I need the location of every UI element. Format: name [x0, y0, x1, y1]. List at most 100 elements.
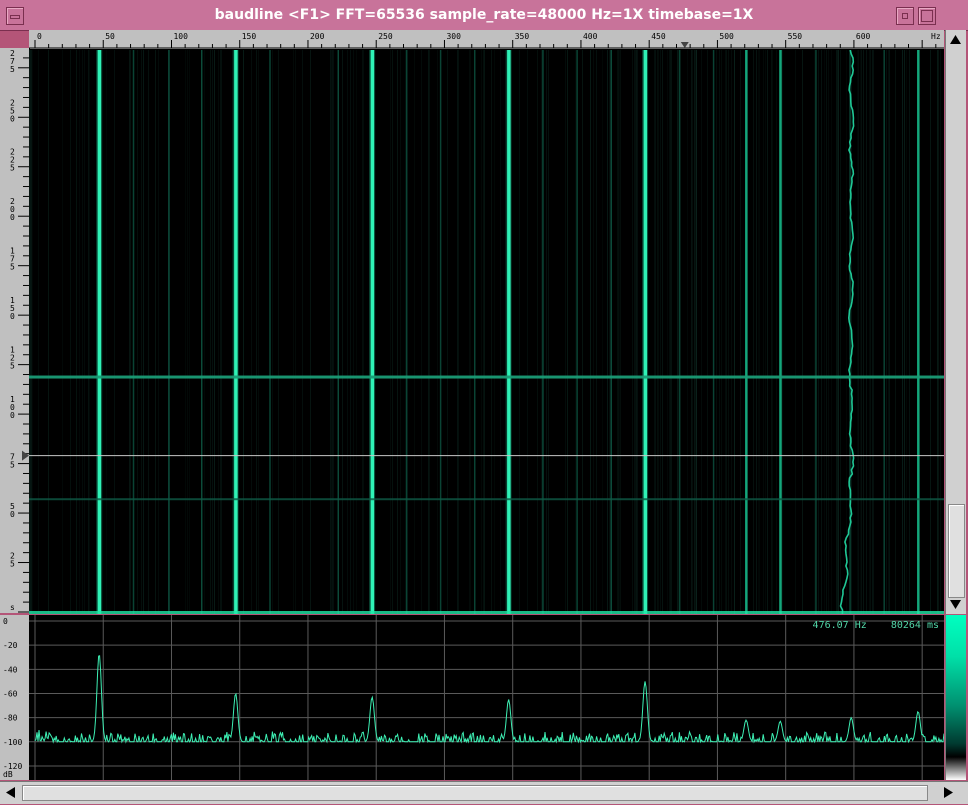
scroll-right-arrow-icon[interactable]: [941, 785, 956, 800]
spectral-line-faint: [576, 50, 578, 614]
spectrogram-display[interactable]: [29, 49, 944, 615]
cursor-readout: 476.07 Hz 80264 ms: [759, 620, 939, 631]
svg-text:0: 0: [10, 510, 15, 519]
maximize-button[interactable]: [918, 7, 936, 25]
db-tick-label: 0: [3, 617, 8, 626]
colormap-bar[interactable]: [945, 615, 966, 780]
frequency-cursor-marker[interactable]: [680, 42, 689, 48]
time-tick-label: 225: [10, 148, 15, 173]
svg-text:5: 5: [10, 461, 15, 470]
horizontal-scroll-thumb[interactable]: [22, 785, 928, 801]
svg-text:0: 0: [10, 213, 15, 222]
db-tick-label: dB: [3, 770, 13, 779]
scroll-up-arrow-icon[interactable]: [948, 32, 963, 47]
title-bar[interactable]: baudline <F1> FFT=65536 sample_rate=4800…: [0, 0, 968, 31]
spectral-line-faint: [337, 50, 339, 614]
spectral-line-faint: [542, 50, 544, 614]
spectral-line-medium: [779, 50, 782, 614]
svg-text:5: 5: [10, 164, 15, 173]
ruler-tick-label: 600: [856, 32, 871, 41]
horizontal-event-line: [29, 498, 944, 501]
time-tick-label: 100: [10, 395, 15, 420]
scroll-down-arrow-icon[interactable]: [948, 597, 963, 612]
spectral-line-faint: [678, 50, 681, 614]
db-tick-label: -20: [3, 641, 18, 650]
decibel-axis: 0 -20 -40 -60 -80 -100 -120 dB: [0, 615, 30, 780]
ruler-tick-label: 50: [105, 32, 115, 41]
minimize-button[interactable]: [896, 7, 914, 25]
spectrum-display[interactable]: 476.07 Hz 80264 ms: [29, 615, 945, 780]
spectral-line-faint: [405, 50, 408, 614]
spectrum-plot: [29, 615, 945, 780]
vertical-scroll-thumb[interactable]: [948, 504, 965, 598]
minimize-icon: [902, 13, 908, 19]
svg-text:5: 5: [10, 362, 15, 371]
time-axis-labels: 275250225200175150125100755025s: [10, 49, 29, 613]
db-tick-label: -40: [3, 665, 18, 674]
spectral-line-faint: [883, 50, 885, 614]
spectral-line-faint: [712, 50, 715, 614]
time-tick-label: 125: [10, 346, 15, 371]
spectral-line-faint: [201, 50, 203, 614]
spectrogram-plot: [29, 49, 944, 615]
time-tick-label: 150: [10, 296, 15, 321]
ruler-tick-label: 400: [583, 32, 598, 41]
readout-frequency: 476.07 Hz: [812, 620, 867, 631]
time-tick-label: 250: [10, 98, 15, 123]
spectral-line-bright: [234, 50, 238, 614]
time-cursor-marker[interactable]: [22, 450, 29, 461]
svg-text:5: 5: [10, 560, 15, 569]
ruler-tick-label: 550: [788, 32, 803, 41]
spectral-line-faint: [473, 50, 476, 614]
svg-text:0: 0: [10, 114, 15, 123]
ruler-tick-label: 250: [378, 32, 393, 41]
ruler-tick-label: 300: [446, 32, 461, 41]
svg-text:0: 0: [10, 411, 15, 420]
ruler-tick-label: 100: [173, 32, 188, 41]
spectrogram-noise: [29, 50, 941, 614]
horizontal-event-line: [29, 375, 944, 379]
ruler-tick-label: Hz: [931, 32, 941, 41]
ruler-tick-label: 350: [515, 32, 530, 41]
db-tick-label: -80: [3, 714, 18, 723]
spectral-line-medium: [745, 50, 748, 614]
horizontal-scrollbar[interactable]: [0, 781, 968, 804]
frequency-ruler[interactable]: 0 50 100 150 200 250 300 350 400 450 500 550 600 Hz: [29, 30, 944, 50]
svg-text:0: 0: [10, 312, 15, 321]
decibel-axis-labels: 0-20-40-60-80-100-120dB: [3, 617, 22, 779]
spectral-line-bright: [97, 50, 102, 614]
time-tick-label: 50: [10, 502, 15, 519]
vertical-scrollbar[interactable]: [945, 30, 966, 614]
time-tick-label: 275: [10, 49, 15, 74]
svg-text:5: 5: [10, 65, 15, 74]
spectral-line-bright: [370, 50, 375, 614]
ruler-tick-label: 450: [651, 32, 666, 41]
ruler-tick-label: 0: [37, 32, 42, 41]
readout-time: 80264 ms: [890, 620, 939, 631]
scroll-left-arrow-icon[interactable]: [3, 785, 18, 800]
time-axis: 275250225200175150125100755025s: [0, 48, 30, 613]
spectral-line-bright: [643, 50, 648, 614]
spectral-line-faint: [439, 50, 442, 614]
spectrum-grid: [29, 615, 944, 780]
ruler-tick-label: 500: [719, 32, 734, 41]
spectrogram-current-row: [29, 611, 944, 614]
ruler-tick-label: 150: [242, 32, 257, 41]
ruler-tick-label: 200: [310, 32, 325, 41]
time-tick-label: s: [10, 603, 15, 612]
svg-text:5: 5: [10, 263, 15, 272]
spectral-line-medium: [917, 50, 920, 614]
spectral-line-faint: [815, 50, 817, 614]
spectral-line-faint: [168, 50, 170, 614]
window-title: baudline <F1> FFT=65536 sample_rate=4800…: [214, 7, 754, 23]
maximize-icon: [921, 10, 933, 22]
time-tick-label: 200: [10, 197, 15, 222]
spectral-line-bright: [507, 50, 511, 614]
baudline-window: baudline <F1> FFT=65536 sample_rate=4800…: [0, 0, 968, 805]
time-tick-label: 175: [10, 247, 15, 272]
time-tick-label: 75: [10, 453, 15, 470]
time-tick-label: 25: [10, 552, 15, 569]
spectral-line-faint: [132, 50, 135, 614]
db-tick-label: -60: [3, 689, 18, 698]
db-tick-label: -100: [3, 738, 22, 747]
